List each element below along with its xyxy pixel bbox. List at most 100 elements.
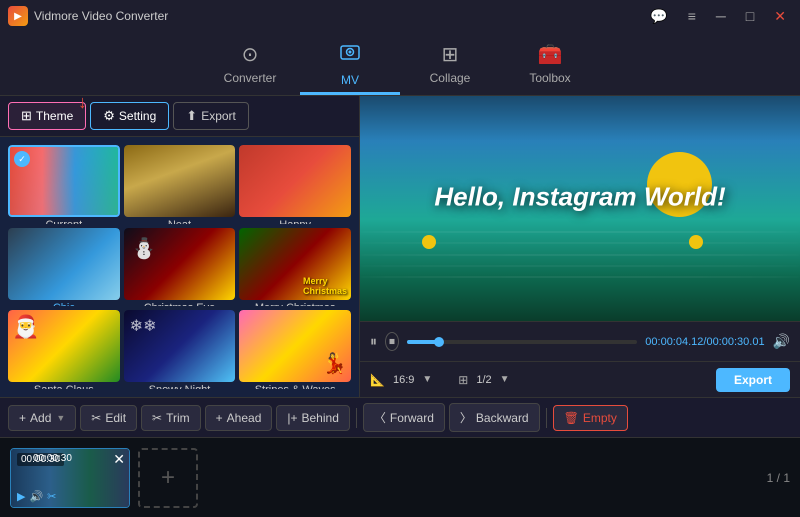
subtab-export-label: Export xyxy=(201,109,236,123)
add-clip-button[interactable]: + xyxy=(138,448,198,508)
edit-button[interactable]: ✂ Edit xyxy=(80,405,137,431)
ahead-button[interactable]: + Ahead xyxy=(205,405,273,431)
trim-button[interactable]: ✂ Trim xyxy=(141,405,201,431)
subtab-export[interactable]: ⬆ Export xyxy=(173,102,249,130)
theme-label-neat: Neat xyxy=(124,217,236,224)
menu-icon[interactable]: ≡ xyxy=(682,6,702,26)
clip-action-icons: ▶ 🔊 ✂ xyxy=(17,490,56,503)
subtab-setting[interactable]: ⚙ Setting xyxy=(90,102,169,130)
edit-label: Edit xyxy=(105,411,126,425)
empty-button[interactable]: 🗑 Empty xyxy=(553,405,628,431)
maximize-btn[interactable]: □ xyxy=(740,6,760,26)
preview-area: Hello, Instagram World! xyxy=(360,96,800,321)
close-btn[interactable]: ✕ xyxy=(768,6,792,27)
forward-button[interactable]: 〈 Forward xyxy=(363,403,445,432)
tab-collage-label: Collage xyxy=(430,71,471,85)
behind-icon: |+ xyxy=(287,411,297,425)
clip-volume-icon[interactable]: 🔊 xyxy=(29,490,43,503)
aspect-ratio-label: 16:9 xyxy=(393,374,414,386)
progress-bar[interactable] xyxy=(407,340,637,344)
toolbar-divider xyxy=(356,408,357,428)
selected-check-icon: ✓ xyxy=(14,151,30,167)
tab-toolbox[interactable]: 🧰 Toolbox xyxy=(500,39,600,95)
export-icon: ⬆ xyxy=(186,108,197,124)
backward-button[interactable]: 〉 Backward xyxy=(449,403,540,432)
theme-item-neat[interactable]: Neat xyxy=(124,145,236,224)
clip-time-text: 00:00:30 xyxy=(33,453,72,464)
titlebar: ▶ Vidmore Video Converter 💬 ≡ ─ □ ✕ xyxy=(0,0,800,32)
theme-item-stripes-waves[interactable]: 💃 Stripes & Waves xyxy=(239,310,351,389)
app-icon: ▶ xyxy=(8,6,28,26)
behind-label: Behind xyxy=(302,411,339,425)
minimize-btn[interactable]: ─ xyxy=(710,6,732,26)
stop-btn[interactable]: ⏹ xyxy=(385,332,399,351)
theme-item-merry-christmas[interactable]: MerryChristmas Merry Christmas xyxy=(239,228,351,307)
preview-text: Hello, Instagram World! xyxy=(434,182,725,213)
add-icon: + xyxy=(19,411,26,425)
trim-icon: ✂ xyxy=(152,411,162,425)
add-button[interactable]: + Add ▼ xyxy=(8,405,76,431)
left-panel: ↓ ⊞ Theme ⚙ Setting ⬆ Export ✓ xyxy=(0,96,360,397)
collage-icon: ⊞ xyxy=(442,42,459,67)
time-display: 00:00:04.12/00:00:30.01 xyxy=(645,336,764,348)
sub-tabs: ⊞ Theme ⚙ Setting ⬆ Export xyxy=(0,96,359,137)
theme-thumb-merry-christmas: MerryChristmas xyxy=(239,228,351,300)
theme-grid: ✓ Current Neat Happy xyxy=(0,137,359,397)
trash-icon: 🗑 xyxy=(564,411,579,425)
toolbox-icon: 🧰 xyxy=(538,42,563,67)
settings-gear-icon: ⚙ xyxy=(103,108,115,124)
behind-button[interactable]: |+ Behind xyxy=(276,405,350,431)
backward-icon: 〉 xyxy=(460,409,472,426)
theme-label-stripes-waves: Stripes & Waves xyxy=(239,382,351,389)
clip-cut-icon[interactable]: ✂ xyxy=(47,490,56,503)
progress-thumb xyxy=(434,337,444,347)
timeline-clip-1[interactable]: 00:00:30 00:00:30 ✕ ▶ 🔊 ✂ xyxy=(10,448,130,508)
toolbar-divider-2 xyxy=(546,408,547,428)
subtab-theme[interactable]: ⊞ Theme xyxy=(8,102,86,130)
theme-item-santa-claus[interactable]: 🎅 Santa Claus xyxy=(8,310,120,389)
theme-thumb-santa: 🎅 xyxy=(8,310,120,382)
volume-btn[interactable]: 🔊 xyxy=(773,333,790,350)
theme-item-current[interactable]: ✓ Current xyxy=(8,145,120,224)
mv-icon xyxy=(339,41,361,69)
theme-thumb-current: ✓ xyxy=(8,145,120,217)
add-clip-icon: + xyxy=(161,464,175,492)
theme-item-christmas-eve[interactable]: ⛄ Christmas Eve xyxy=(124,228,236,307)
titlebar-left: ▶ Vidmore Video Converter xyxy=(8,6,168,26)
ahead-icon: + xyxy=(216,411,223,425)
theme-label-current: Current xyxy=(8,217,120,224)
export-button[interactable]: Export xyxy=(716,368,790,392)
subtab-setting-label: Setting xyxy=(119,109,156,123)
forward-label: Forward xyxy=(390,411,434,425)
titlebar-title: Vidmore Video Converter xyxy=(34,9,168,23)
theme-label-santa-claus: Santa Claus xyxy=(8,382,120,389)
nav-tabs: ⊙ Converter MV ⊞ Collage 🧰 Toolbox xyxy=(0,32,800,96)
tab-collage[interactable]: ⊞ Collage xyxy=(400,39,500,95)
play-pause-btn[interactable]: ⏸ xyxy=(370,333,377,350)
clip-play-icon[interactable]: ▶ xyxy=(17,490,25,503)
theme-thumb-stripes-waves: 💃 xyxy=(239,310,351,382)
clip-close-btn[interactable]: ✕ xyxy=(113,451,125,468)
theme-grid-icon: ⊞ xyxy=(21,108,32,124)
theme-thumb-chic xyxy=(8,228,120,300)
theme-label-chic: Chic xyxy=(8,300,120,307)
theme-item-happy[interactable]: Happy xyxy=(239,145,351,224)
bottom-toolbar: + Add ▼ ✂ Edit ✂ Trim + Ahead |+ Behind … xyxy=(0,397,800,437)
tab-converter[interactable]: ⊙ Converter xyxy=(200,39,300,95)
add-label: Add xyxy=(30,411,51,425)
theme-thumb-christmas-eve: ⛄ xyxy=(124,228,236,300)
theme-label-snowy-night: Snowy Night xyxy=(124,382,236,389)
theme-thumb-happy xyxy=(239,145,351,217)
tab-mv[interactable]: MV xyxy=(300,39,400,95)
theme-thumb-snowy-night: ❄❄ xyxy=(124,310,236,382)
subtab-theme-label: Theme xyxy=(36,109,73,123)
aspect-ratio-dropdown-icon[interactable]: ▼ xyxy=(422,374,432,385)
theme-item-snowy-night[interactable]: ❄❄ Snowy Night xyxy=(124,310,236,389)
preview-circle-small-left xyxy=(422,235,436,249)
theme-thumb-neat xyxy=(124,145,236,217)
theme-item-chic[interactable]: Chic xyxy=(8,228,120,307)
split-dropdown-icon[interactable]: ▼ xyxy=(500,374,510,385)
chat-icon[interactable]: 💬 xyxy=(644,6,673,27)
page-count: 1 / 1 xyxy=(767,471,790,485)
timeline: 00:00:30 00:00:30 ✕ ▶ 🔊 ✂ + 1 / 1 xyxy=(0,437,800,517)
